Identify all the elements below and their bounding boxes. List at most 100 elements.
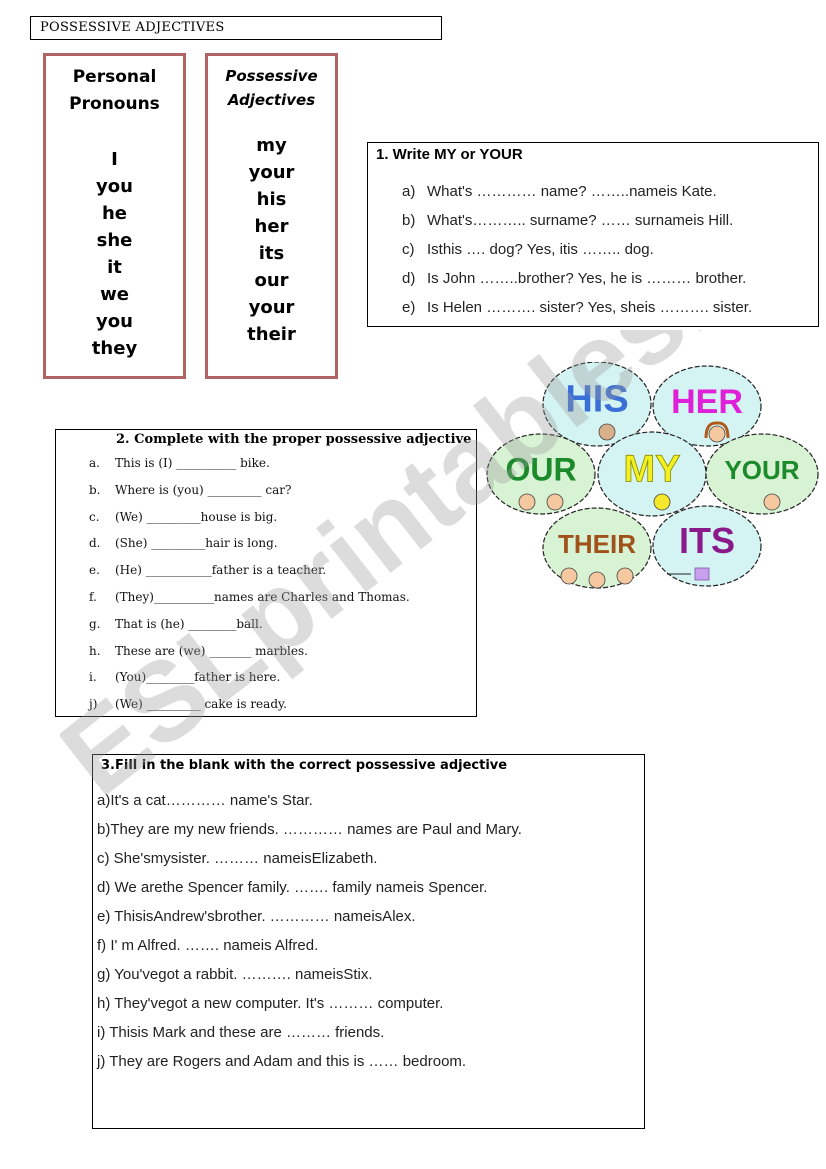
item-label: f. — [89, 589, 97, 604]
possessive-adjectives-box: Possessive Adjectives my your his her it… — [205, 53, 338, 379]
adjective-item: my — [256, 135, 287, 156]
exercise-item: d. (She) _________hair is long. — [56, 530, 476, 557]
exercise-1-title: 1. Write MY or YOUR — [376, 146, 523, 163]
exercise-item: i. (You)________father is here. — [56, 664, 476, 691]
exercise-item: d) Is John ……..brother? Yes, he is ……… br… — [368, 264, 818, 293]
exercise-item: j) They are Rogers and Adam and this is … — [97, 1053, 467, 1070]
adjective-item: your — [248, 162, 295, 183]
exercise-item: h. These are (we) _______ marbles. — [56, 638, 476, 665]
heading-line: Possessive — [225, 67, 318, 85]
item-text: (They)__________names are Charles and Th… — [115, 589, 410, 604]
item-label: c) — [402, 241, 415, 258]
pronoun-item: they — [91, 338, 138, 359]
item-text: (He) ___________father is a teacher. — [115, 563, 327, 578]
exercise-item: i) Thisis Mark and these are ……… friends… — [97, 1024, 385, 1041]
adjective-item: her — [254, 216, 289, 237]
bubble-word: MY — [624, 449, 681, 491]
heading-line: Adjectives — [227, 91, 316, 109]
bubble-our: OUR — [486, 433, 596, 515]
pronoun-item: we — [100, 284, 129, 305]
face-icon — [763, 493, 781, 511]
adjective-item: their — [247, 324, 296, 345]
item-label: e. — [89, 563, 100, 578]
item-label: a) — [402, 183, 416, 200]
pronoun-item: you — [96, 176, 133, 197]
item-text: (We) _________ cake is ready. — [115, 697, 287, 712]
worksheet-title: POSSESSIVE ADJECTIVES — [30, 16, 442, 40]
pronoun-item: I — [111, 149, 118, 170]
item-label: d. — [89, 536, 101, 551]
adjective-item: its — [258, 243, 285, 264]
possessive-adjectives-heading: Possessive Adjectives — [208, 64, 335, 112]
item-label: b. — [89, 482, 101, 497]
item-label: j) — [89, 697, 98, 712]
possessive-adjectives-list: my your his her its our your their — [208, 132, 335, 348]
bubble-word: HER — [671, 383, 743, 421]
adjective-item: his — [256, 189, 287, 210]
bubble-word: OUR — [505, 451, 576, 487]
item-label: b) — [402, 212, 416, 229]
exercise-item: a)It's a cat………… name's Star. — [97, 792, 313, 809]
item-label: h. — [89, 643, 101, 658]
exercise-item: b)They are my new friends. ………… names ar… — [97, 821, 522, 838]
item-text: (We) _________house is big. — [115, 509, 278, 524]
smiley-face-icon — [653, 493, 671, 511]
pronoun-item: she — [96, 230, 133, 251]
item-label: i. — [89, 670, 97, 685]
adjective-item: your — [248, 297, 295, 318]
pronoun-item: you — [96, 311, 133, 332]
item-text: Where is (you) _________ car? — [115, 482, 292, 497]
exercise-item: a) What's ………… name? ……..nameis Kate. — [368, 177, 818, 206]
item-text: This is (I) __________ bike. — [115, 456, 270, 470]
exercise-item: c. (We) _________house is big. — [56, 504, 476, 531]
heading-line: Personal — [72, 67, 157, 87]
item-text: Is John ……..brother? Yes, he is ……… brot… — [427, 270, 747, 287]
bubble-her: HER — [652, 365, 762, 447]
bubble-word: THEIR — [558, 529, 636, 559]
exercise-item: g. That is (he) ________ball. — [56, 611, 476, 638]
exercise-item: b. Where is (you) _________ car? — [56, 477, 476, 504]
item-text: (You)________father is here. — [115, 670, 281, 685]
bubble-their: THEIR — [542, 507, 652, 589]
item-text: Isthis …. dog? Yes, itis …….. dog. — [427, 241, 654, 258]
item-text: (She) _________hair is long. — [115, 536, 278, 551]
exercise-2: 2. Complete with the proper possessive a… — [55, 429, 477, 717]
adjective-item: our — [254, 270, 289, 291]
item-label: g. — [89, 616, 101, 631]
bubble-word: ITS — [679, 520, 735, 561]
bubble-your: YOUR — [705, 433, 819, 515]
exercise-item: f) I' m Alfred. ……. nameis Alfred. — [97, 937, 319, 954]
personal-pronouns-heading: Personal Pronouns — [46, 64, 183, 118]
item-text: That is (he) ________ball. — [115, 616, 263, 631]
bubble-word: HIS — [565, 379, 628, 421]
bubble-word: YOUR — [724, 455, 799, 485]
bubble-my: MY — [597, 431, 707, 517]
bubble-its: ITS — [652, 505, 762, 587]
exercise-item: g) You'vegot a rabbit. ………. nameisStix. — [97, 966, 373, 983]
item-text: What's ………… name? ……..nameis Kate. — [427, 183, 717, 200]
item-text: These are (we) _______ marbles. — [115, 643, 308, 658]
item-text: Is Helen ………. sister? Yes, sheis ………. si… — [427, 299, 753, 316]
exercise-item: h) They'vegot a new computer. It's ……… c… — [97, 995, 444, 1012]
exercise-3: 3.Fill in the blank with the correct pos… — [92, 754, 645, 1129]
exercise-3-title: 3.Fill in the blank with the correct pos… — [101, 758, 508, 773]
exercise-item: a. This is (I) __________ bike. — [56, 450, 476, 477]
exercise-item: c) She'smysister. ……… nameisElizabeth. — [97, 850, 378, 867]
exercise-item: e) Is Helen ………. sister? Yes, sheis ………. … — [368, 293, 818, 322]
item-label: e) — [402, 299, 416, 316]
personal-pronouns-list: I you he she it we you they — [46, 146, 183, 362]
exercise-item: c) Isthis …. dog? Yes, itis …….. dog. — [368, 235, 818, 264]
item-label: a. — [89, 456, 100, 470]
exercise-item: f. (They)__________names are Charles and … — [56, 584, 476, 611]
heading-line: Pronouns — [69, 94, 160, 114]
item-text: What's……….. surname? …… surnameis Hill. — [427, 212, 734, 229]
bubble-his: HIS — [542, 362, 652, 447]
exercise-1: 1. Write MY or YOUR a) What's ………… name? … — [367, 142, 819, 327]
exercise-item: e) ThisisAndrew'sbrother. ………… nameisAle… — [97, 908, 416, 925]
exercise-item: d) We arethe Spencer family. ……. family … — [97, 879, 488, 896]
personal-pronouns-box: Personal Pronouns I you he she it we you… — [43, 53, 186, 379]
exercise-item: b) What's……….. surname? …… surnameis Hill… — [368, 206, 818, 235]
item-label: d) — [402, 270, 416, 287]
pronoun-item: he — [101, 203, 128, 224]
possessive-bubbles-illustration: HIS HER OUR MY YOUR THEIR ITS — [486, 362, 819, 589]
